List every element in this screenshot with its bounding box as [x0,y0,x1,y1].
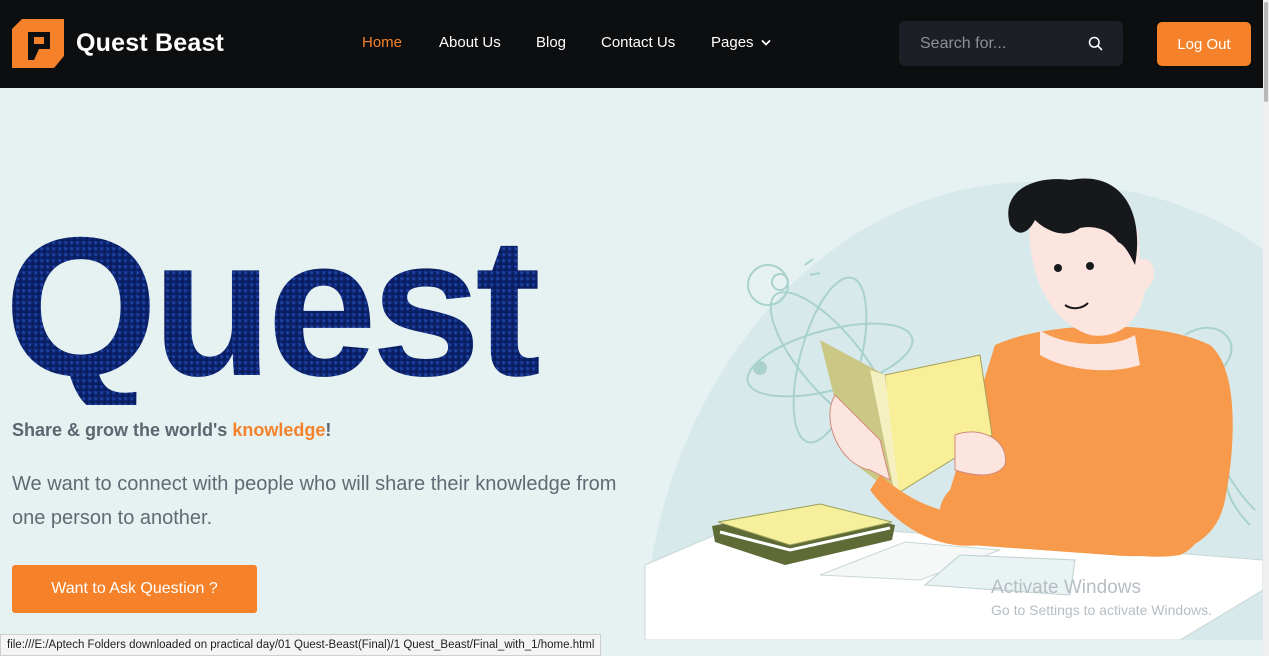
nav-home[interactable]: Home [362,34,402,51]
tagline-prefix: Share & grow the world's [12,420,233,440]
hero-tagline: Share & grow the world's knowledge! [12,420,331,441]
tagline-highlight: knowledge [232,420,326,440]
nav-blog[interactable]: Blog [536,34,566,51]
student-reading-illustration [644,178,1263,640]
nav-pages-dropdown[interactable]: Pages [711,34,754,51]
activate-windows-title: Activate Windows [991,577,1141,598]
search-input[interactable] [899,21,1079,66]
logout-button[interactable]: Log Out [1157,22,1251,66]
browser-status-bar: file:///E:/Aptech Folders downloaded on … [0,634,602,656]
activate-windows-subtitle: Go to Settings to activate Windows. [991,602,1212,618]
chevron-down-icon[interactable] [761,38,771,48]
svg-text:Quest: Quest [4,205,539,405]
logo-icon[interactable] [12,19,64,68]
brand-name[interactable]: Quest Beast [76,29,224,58]
search-box [899,21,1123,66]
nav-contact-us[interactable]: Contact Us [601,34,675,51]
top-navbar: Quest Beast Home About Us Blog Contact U… [0,0,1263,88]
ask-question-button[interactable]: Want to Ask Question ? [12,565,257,613]
hero-headline: Quest [4,205,545,405]
scrollbar-thumb[interactable] [1264,2,1268,102]
nav-about-us[interactable]: About Us [439,34,501,51]
search-icon[interactable] [1088,36,1103,51]
tagline-suffix: ! [325,420,332,440]
hero-description: We want to connect with people who will … [12,473,617,529]
